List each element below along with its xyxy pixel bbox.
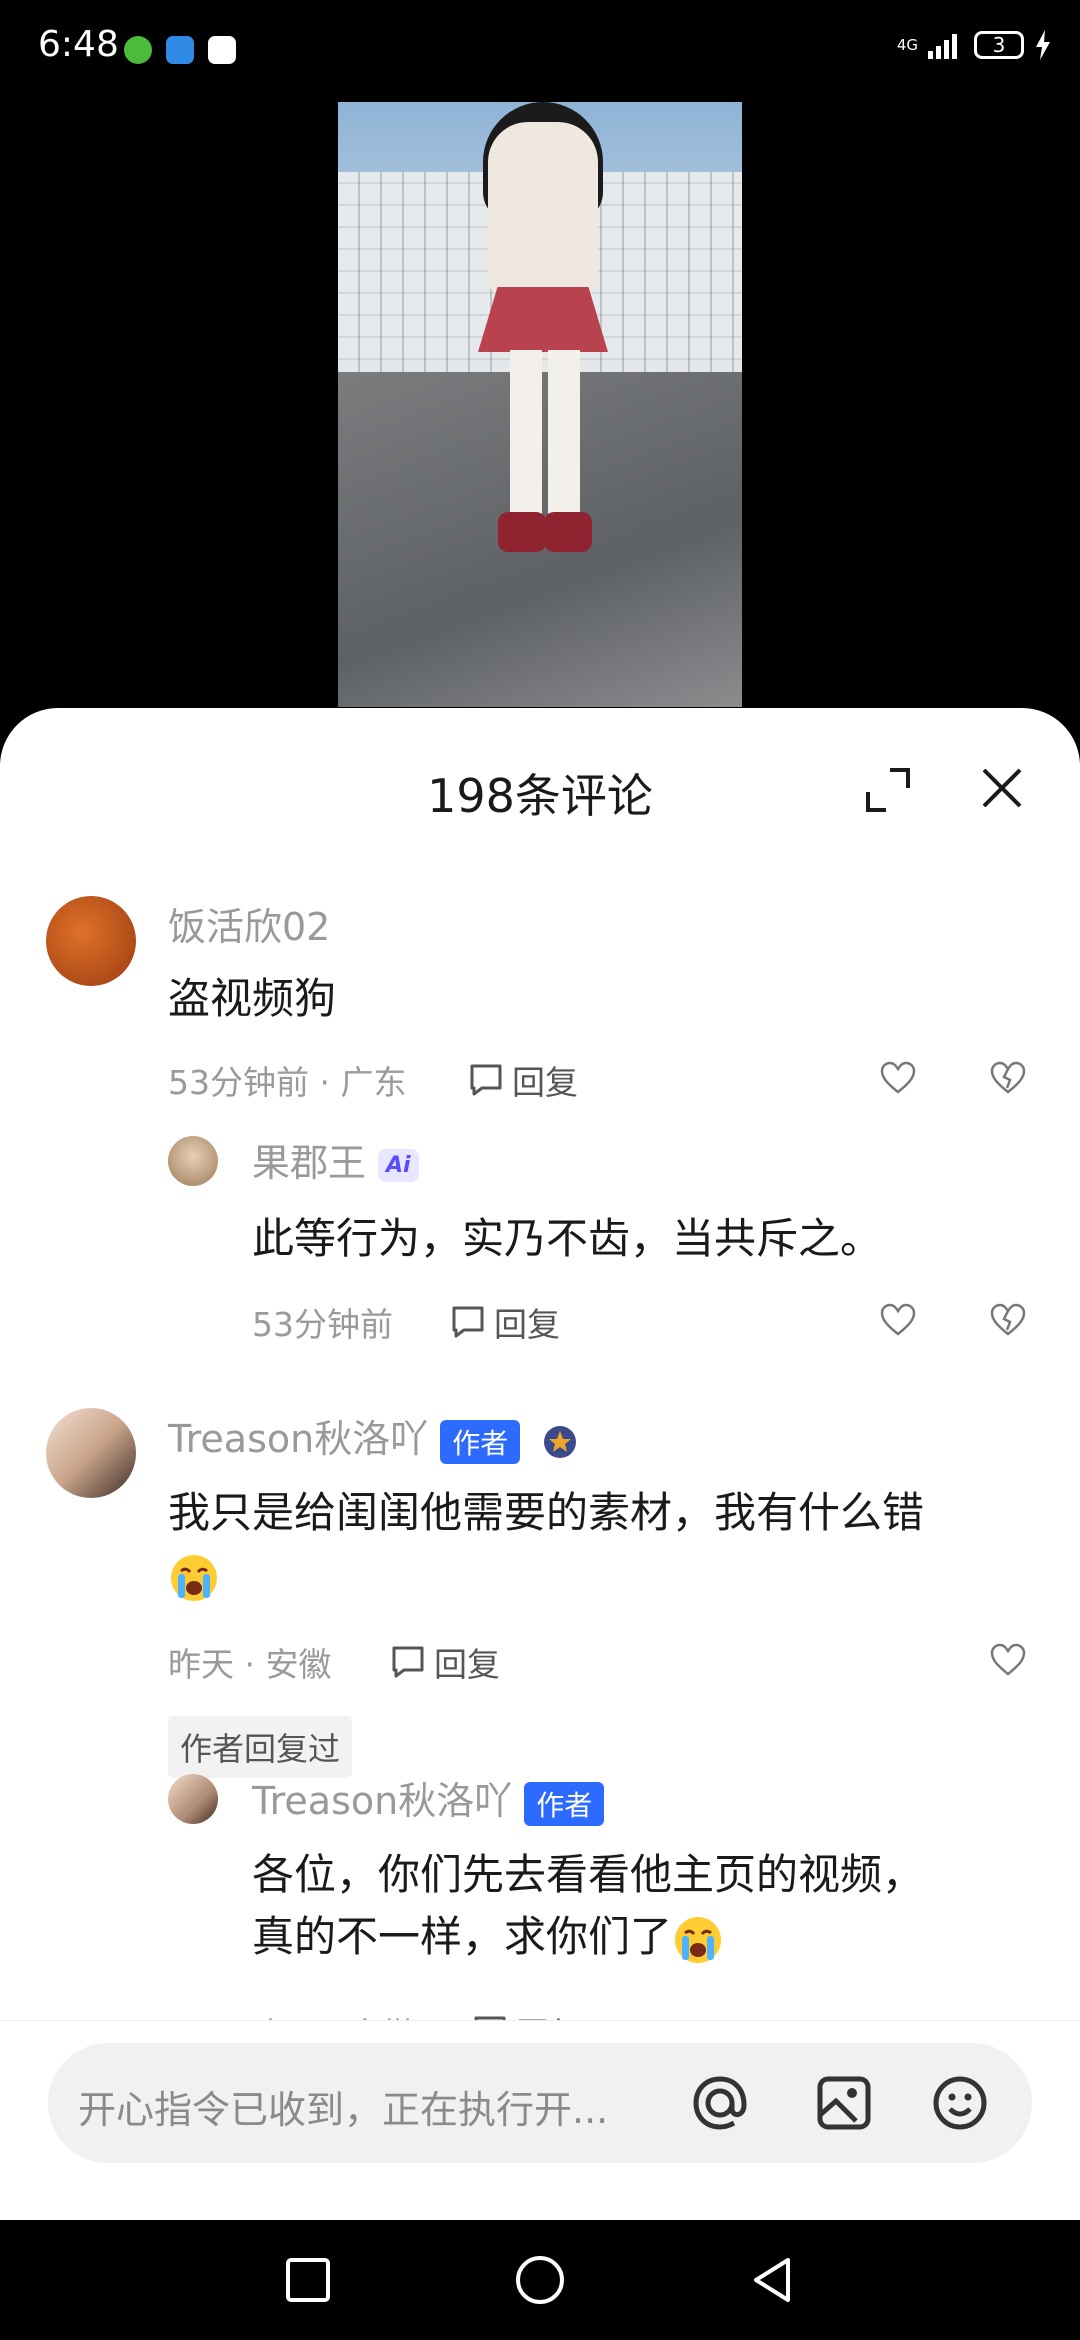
video-figure-leg <box>548 350 580 515</box>
comment-meta: 昨天 · 安徽 <box>168 1645 332 1684</box>
expand-icon[interactable] <box>862 764 914 816</box>
video-preview[interactable] <box>338 102 742 707</box>
reply-text-line2: 真的不一样，求你们了 <box>252 1912 673 1961</box>
crying-face-emoji-icon <box>675 1916 722 1963</box>
reply-button[interactable]: 回复 <box>388 1638 500 1686</box>
reply-label: 回复 <box>494 1305 560 1344</box>
video-figure-shoe <box>544 512 592 552</box>
avatar[interactable] <box>46 1408 136 1498</box>
reply-username[interactable]: 果郡王 Ai <box>252 1132 419 1187</box>
status-bar: 6:48 4G 3 <box>0 0 1080 100</box>
battery-icon: 3 <box>974 31 1024 59</box>
comment-text: 盗视频狗 <box>168 974 337 1023</box>
status-indicators: 4G 3 <box>897 30 1052 60</box>
ai-badge: Ai <box>378 1149 419 1182</box>
comment-input-placeholder[interactable]: 开心指令已收到，正在执行开... <box>78 2079 678 2134</box>
reply-button[interactable]: 回复 <box>448 1298 560 1346</box>
comment-username[interactable]: Treason秋洛吖 作者 <box>168 1408 580 1464</box>
like-heart-icon[interactable] <box>878 1058 918 1098</box>
recent-apps-square-icon[interactable] <box>276 2248 340 2312</box>
system-navigation-bar <box>0 2220 1080 2340</box>
reply-label: 回复 <box>434 1645 500 1684</box>
comment-bubble-icon <box>452 1306 484 1338</box>
comment-bubble-icon <box>392 1646 424 1678</box>
like-heart-icon[interactable] <box>988 1640 1028 1680</box>
avatar[interactable] <box>168 1774 218 1824</box>
charging-icon <box>1036 30 1050 60</box>
author-badge: 作者 <box>440 1419 521 1464</box>
crying-face-emoji-icon <box>171 1554 217 1601</box>
reply-button[interactable]: 回复 <box>466 1056 578 1104</box>
video-figure-shoe <box>498 512 546 552</box>
author-badge: 作者 <box>524 1781 605 1826</box>
avatar[interactable] <box>46 896 136 986</box>
back-triangle-icon[interactable] <box>740 2248 804 2312</box>
reply-username-text: Treason秋洛吖 <box>252 1779 513 1823</box>
status-app-icons <box>124 36 236 64</box>
comment-input-area: 开心指令已收到，正在执行开... <box>0 2020 1080 2221</box>
comment-username[interactable]: 饭活欣02 <box>168 896 330 951</box>
comment-text-body: 我只是给闺闺他需要的素材，我有什么错 <box>168 1488 925 1537</box>
comment-meta: 53分钟前 · 广东 <box>168 1063 407 1102</box>
avatar[interactable] <box>168 1136 218 1186</box>
reply-text: 此等行为，实乃不齿，当共斥之。 <box>252 1214 883 1263</box>
signal-icon <box>928 34 957 59</box>
reply-text: 各位，你们先去看看他主页的视频， 真的不一样，求你们了 <box>252 1844 1052 1968</box>
comment-sheet: 198条评论 饭活欣02 盗视频狗 53分钟前 · 广东 回复 果郡王 Ai 此… <box>0 708 1080 2220</box>
image-picker-icon[interactable] <box>808 2067 880 2139</box>
comment-input[interactable]: 开心指令已收到，正在执行开... <box>48 2043 1032 2163</box>
like-heart-icon[interactable] <box>878 1300 918 1340</box>
settings-app-icon <box>124 36 152 64</box>
home-circle-icon[interactable] <box>508 2248 572 2312</box>
reply-text-line1: 各位，你们先去看看他主页的视频， <box>252 1850 925 1899</box>
emoji-picker-icon[interactable] <box>924 2067 996 2139</box>
close-icon[interactable] <box>978 764 1026 812</box>
reply-label: 回复 <box>512 1063 578 1102</box>
medal-icon <box>544 1425 577 1458</box>
dislike-broken-heart-icon[interactable] <box>988 1058 1028 1098</box>
video-figure-top <box>488 122 598 292</box>
video-figure-skirt <box>478 287 608 352</box>
video-figure-leg <box>510 350 542 515</box>
reply-username[interactable]: Treason秋洛吖 作者 <box>252 1770 605 1826</box>
mention-at-icon[interactable] <box>684 2067 756 2139</box>
reply-meta: 53分钟前 <box>252 1305 393 1344</box>
browser-app-icon <box>166 36 194 64</box>
comment-bubble-icon <box>470 1064 502 1096</box>
battery-level: 3 <box>992 33 1006 57</box>
dislike-broken-heart-icon[interactable] <box>988 1300 1028 1340</box>
comment-text: 我只是给闺闺他需要的素材，我有什么错 <box>168 1482 1048 1606</box>
comments-title: 198条评论 <box>427 769 653 823</box>
baidu-app-icon <box>208 36 236 64</box>
comment-username-text: Treason秋洛吖 <box>168 1417 429 1461</box>
author-replied-tag: 作者回复过 <box>168 1716 353 1778</box>
network-type: 4G <box>896 35 918 54</box>
reply-username-text: 果郡王 <box>252 1141 367 1185</box>
status-time: 6:48 <box>38 24 119 65</box>
